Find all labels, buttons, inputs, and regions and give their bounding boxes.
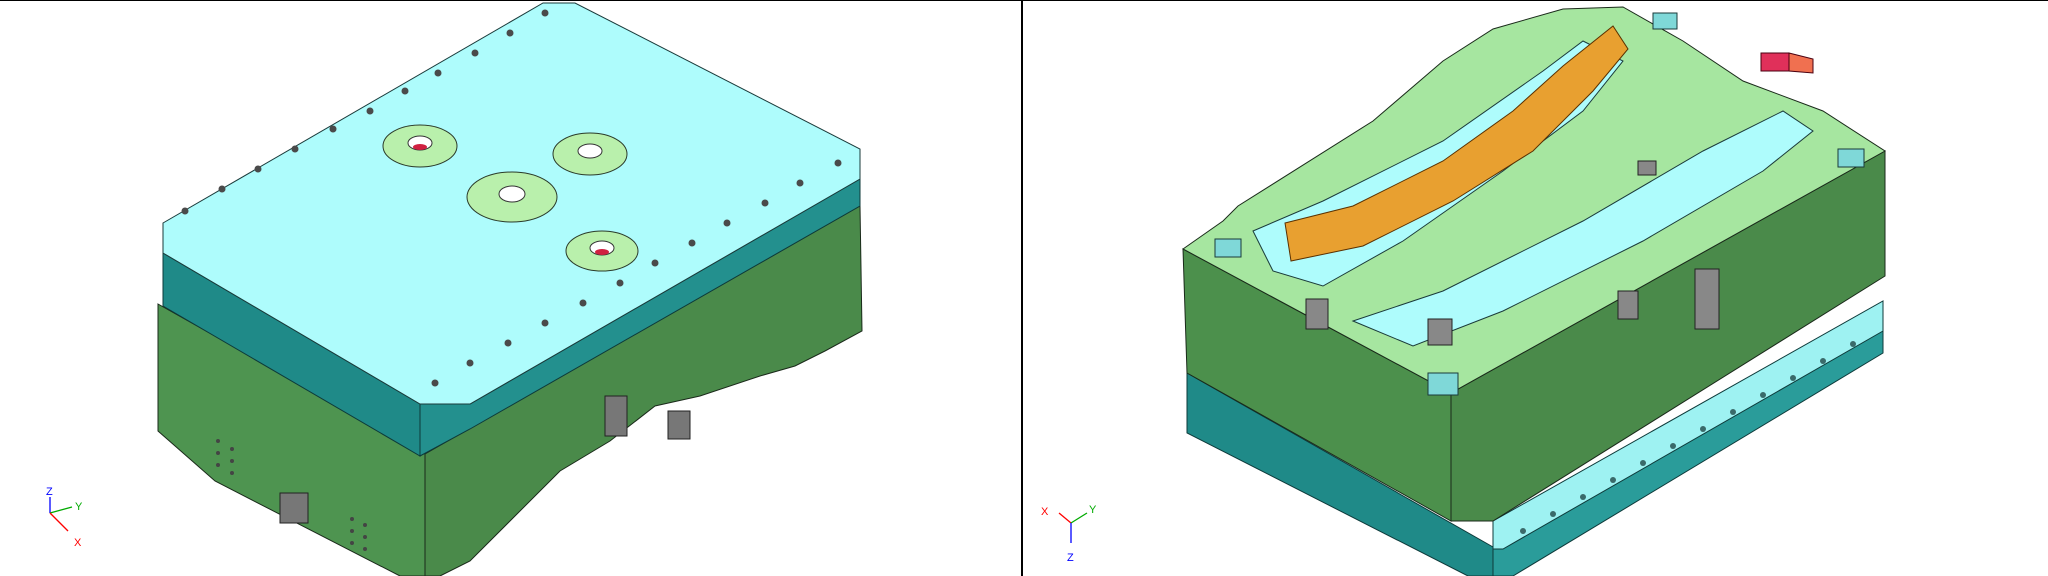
viewport-left[interactable]: Z Y X — [0, 1, 1021, 576]
mold-top-model[interactable]: Z Y X — [0, 1, 1021, 576]
axis-y-label: Y — [75, 501, 83, 513]
axis-triad-right: X Y Z — [1041, 504, 1097, 564]
hot-runner-connector — [1760, 52, 1814, 74]
locating-ring-4 — [565, 230, 639, 272]
axis-x-label: X — [1041, 506, 1049, 518]
cad-window: Z Y X X Y Z — [0, 0, 2048, 576]
locating-ring-1 — [382, 124, 458, 168]
locating-ring-2 — [552, 132, 628, 176]
mold-cavity-model[interactable]: X Y Z — [1023, 1, 2048, 576]
viewport-right[interactable]: X Y Z — [1023, 1, 2048, 576]
axis-y-label: Y — [1089, 504, 1097, 516]
axis-x-label: X — [74, 537, 82, 549]
locating-ring-3 — [466, 171, 558, 223]
axis-z-label: Z — [46, 486, 53, 498]
axis-triad-left: Z Y X — [46, 486, 83, 549]
axis-z-label: Z — [1067, 552, 1074, 564]
